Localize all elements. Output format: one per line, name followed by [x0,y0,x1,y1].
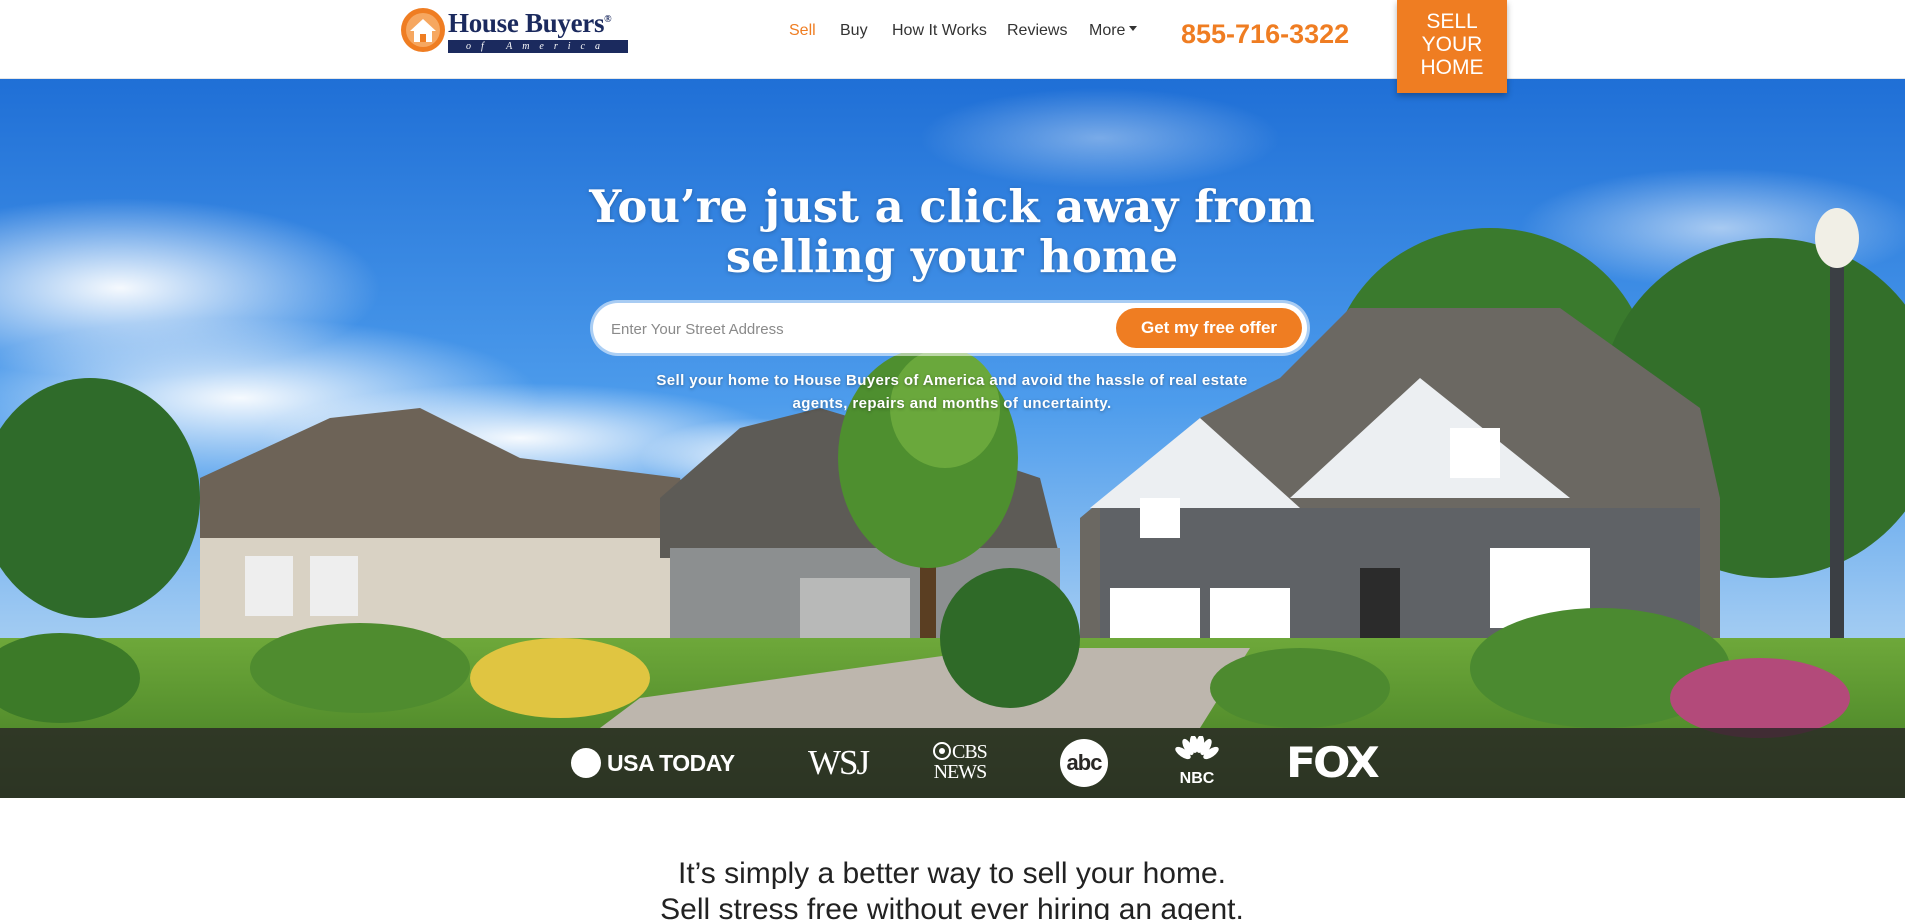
cbs-news-logo: CBS NEWS [933,741,988,798]
hero-section: You’re just a click away from selling yo… [0,78,1905,798]
logo-name-text: House Buyers [448,8,605,38]
cbs-news-text: NEWS [933,761,988,783]
nav-item-more[interactable]: More [1089,22,1138,40]
hero-title: You’re just a click away from selling yo… [552,182,1352,282]
hero-title-line2: selling your home [725,230,1179,283]
hero-subtitle-line2: agents, repairs and months of uncertaint… [792,395,1112,412]
wsj-logo: WSJ [808,743,870,782]
house-logo-icon [401,8,445,52]
logo-registered-mark: ® [604,14,612,25]
site-header: House Buyers® of America Sell Buy How It… [0,0,1905,79]
cbs-eye-icon [933,742,951,760]
get-free-offer-button[interactable]: Get my free offer [1116,308,1302,348]
tagline-line1: It’s simply a better way to sell your ho… [678,857,1226,890]
nbc-text: NBC [1179,770,1215,787]
logo-subtitle: of America [448,40,628,53]
house-buyers-logo[interactable]: House Buyers® of America [400,6,640,54]
sell-cta-line1: SELL [1426,10,1478,33]
hero-subtitle-line1: Sell your home to House Buyers of Americ… [656,372,1248,389]
nav-item-buy[interactable]: Buy [840,22,868,40]
nav-item-more-label: More [1089,22,1126,39]
usa-today-dot-icon [571,747,601,778]
nav-item-sell[interactable]: Sell [789,22,816,40]
logo-name: House Buyers® [448,8,612,39]
address-search-form: Get my free offer [593,303,1307,353]
hero-title-line1: You’re just a click away from [589,180,1315,233]
sell-cta-line2: YOUR [1421,33,1483,56]
value-proposition: It’s simply a better way to sell your ho… [452,856,1452,920]
usa-today-logo: USA TODAY [571,728,735,798]
hero-subtitle: Sell your home to House Buyers of Americ… [602,369,1302,415]
abc-logo: abc [1060,739,1108,787]
cbs-text: CBS [952,741,988,763]
nbc-peacock-icon [1175,735,1219,760]
as-seen-on-strip: USA TODAY WSJ CBS NEWS abc NBC FOX [0,728,1905,798]
nbc-logo: NBC [1173,735,1221,798]
usa-today-text: USA TODAY [607,750,735,776]
fox-logo: FOX [1286,738,1380,787]
tagline-line2: Sell stress free without ever hiring an … [660,893,1244,920]
chevron-down-icon [1129,26,1138,32]
phone-number-link[interactable]: 855-716-3322 [1181,19,1349,50]
nav-item-reviews[interactable]: Reviews [1007,22,1067,40]
street-address-input[interactable] [609,309,1093,349]
nav-item-how-it-works[interactable]: How It Works [892,22,987,40]
sell-cta-line3: HOME [1420,56,1484,79]
sell-your-home-button[interactable]: SELL YOUR HOME [1397,0,1507,93]
